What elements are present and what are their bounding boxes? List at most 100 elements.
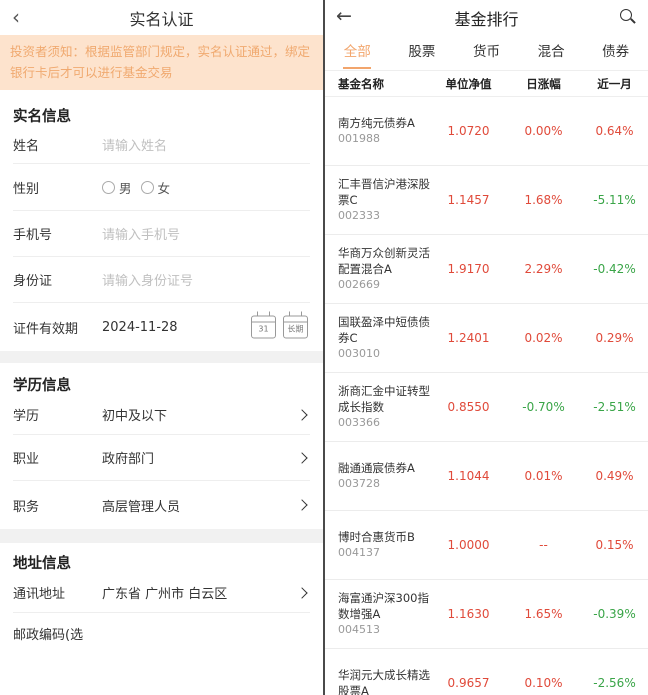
education-section: 学历信息 学历 初中及以下 职业 政府部门 职务 高层管理人员 [0,363,323,529]
fund-name: 汇丰晋信沪港深股票C [338,177,430,207]
validity-label: 证件有效期 [13,321,79,337]
name-row[interactable]: 姓名 请输入姓名 [13,126,310,164]
col-header-nav[interactable]: 单位净值 [431,76,506,92]
fund-code: 002333 [338,209,380,222]
mail-address-label: 通讯地址 [13,587,66,602]
phone-row[interactable]: 手机号 请输入手机号 [13,211,310,257]
fund-month-change: 0.49% [595,469,634,483]
mail-address-row[interactable]: 通讯地址 广东省 广州市 白云区 [13,573,310,613]
degree-value: 初中及以下 [102,409,168,424]
fund-code: 004513 [338,623,380,636]
fund-name: 国联盈泽中短债债券C [338,315,430,345]
tab-all[interactable]: 全部 [325,35,390,70]
fund-name-cell: 华商万众创新灵活配置混合A 002669 [325,245,431,293]
section-title-education: 学历信息 [13,378,71,394]
fund-name-cell: 浙商汇金中证转型成长指数 003366 [325,383,431,431]
chevron-left-icon[interactable]: ‹ [12,5,20,29]
fund-month-change: -2.51% [593,400,636,414]
table-row[interactable]: 博时合惠货币B 004137 1.0000 -- 0.15% [325,511,648,580]
fund-nav: 1.2401 [447,331,490,345]
occupation-label: 职业 [13,452,40,467]
col-header-month[interactable]: 近一月 [581,76,648,92]
gender-label: 性别 [13,181,40,197]
top-bar: ← 基金排行 [325,0,648,35]
zip-row[interactable]: 邮政编码(选 [13,613,310,653]
validity-row: 证件有效期 2024-11-28 31 长期 [13,303,310,351]
category-tabs: 全部 股票 货币 混合 债券 [325,35,648,71]
fund-month-change: 0.64% [595,124,634,138]
fund-name-cell: 汇丰晋信沪港深股票C 002333 [325,176,431,224]
gender-row: 性别 男 女 [13,164,310,211]
arrow-left-icon[interactable]: ← [336,5,352,27]
fund-month-change: 0.29% [595,331,634,345]
fund-daily-change: -- [539,538,548,552]
tab-stock[interactable]: 股票 [390,35,455,70]
fund-name-cell: 南方纯元债券A 001988 [325,115,431,147]
table-row[interactable]: 汇丰晋信沪港深股票C 002333 1.1457 1.68% -5.11% [325,166,648,235]
top-bar: ‹ 实名认证 [0,0,323,35]
address-section: 地址信息 通讯地址 广东省 广州市 白云区 邮政编码(选 [0,543,323,653]
occupation-row[interactable]: 职业 政府部门 [13,435,310,481]
fund-code: 003366 [338,416,380,429]
name-label: 姓名 [13,139,40,154]
phone-input[interactable]: 请输入手机号 [102,224,180,243]
table-row[interactable]: 华润元大成长精选股票A 0.9657 0.10% -2.56% [325,649,648,695]
fund-nav: 1.0720 [447,124,490,138]
fund-month-change: -2.56% [593,676,636,690]
validity-date[interactable]: 2024-11-28 [102,320,178,335]
col-header-name[interactable]: 基金名称 [325,76,431,92]
fund-nav: 1.1457 [447,193,490,207]
degree-label: 学历 [13,409,40,424]
table-row[interactable]: 浙商汇金中证转型成长指数 003366 0.8550 -0.70% -2.51% [325,373,648,442]
position-row[interactable]: 职务 高层管理人员 [13,481,310,529]
fund-name-cell: 博时合惠货币B 004137 [325,529,431,561]
fund-name: 浙商汇金中证转型成长指数 [338,384,430,414]
investor-notice: 投资者须知：根据监管部门规定，实名认证通过，绑定银行卡后才可以进行基金交易 [0,35,323,90]
fund-nav: 0.8550 [447,400,490,414]
tab-hybrid[interactable]: 混合 [519,35,584,70]
idcard-row[interactable]: 身份证 请输入身份证号 [13,257,310,303]
fund-list: 南方纯元债券A 001988 1.0720 0.00% 0.64% 汇丰晋信沪港深股票C 0… [325,97,648,695]
fund-daily-change: 0.02% [524,331,563,345]
realname-auth-screen: ‹ 实名认证 投资者须知：根据监管部门规定，实名认证通过，绑定银行卡后才可以进行… [0,0,323,695]
section-divider [0,529,323,543]
degree-row[interactable]: 学历 初中及以下 [13,395,310,435]
fund-month-change: -5.11% [593,193,636,207]
search-icon[interactable] [620,9,636,25]
page-title: 实名认证 [129,9,194,29]
name-input[interactable]: 请输入姓名 [102,135,167,154]
gender-female-radio[interactable]: 女 [140,178,170,197]
fund-name: 华润元大成长精选股票A [338,668,430,695]
table-row[interactable]: 海富通沪深300指数增强A 004513 1.1630 1.65% -0.39% [325,580,648,649]
fund-nav: 1.9170 [447,262,490,276]
fund-code: 004137 [338,546,380,559]
radio-circle-icon [140,180,154,194]
chevron-right-icon [296,451,308,464]
occupation-value: 政府部门 [102,452,155,467]
table-row[interactable]: 融通通宸债券A 003728 1.1044 0.01% 0.49% [325,442,648,511]
page-title: 基金排行 [454,9,519,29]
fund-daily-change: -0.70% [522,400,565,414]
tab-money[interactable]: 货币 [454,35,519,70]
fund-daily-change: 1.68% [524,193,563,207]
table-row[interactable]: 华商万众创新灵活配置混合A 002669 1.9170 2.29% -0.42% [325,235,648,304]
fund-name-cell: 国联盈泽中短债债券C 003010 [325,314,431,362]
col-header-daily[interactable]: 日涨幅 [506,76,581,92]
chevron-right-icon [296,408,308,421]
table-row[interactable]: 南方纯元债券A 001988 1.0720 0.00% 0.64% [325,97,648,166]
zip-label: 邮政编码(选 [13,627,84,643]
longterm-icon[interactable]: 长期 [283,311,308,339]
fund-code: 001988 [338,132,380,145]
fund-name: 海富通沪深300指数增强A [338,591,429,621]
table-row[interactable]: 国联盈泽中短债债券C 003010 1.2401 0.02% 0.29% [325,304,648,373]
fund-daily-change: 0.00% [524,124,563,138]
chevron-right-icon [296,499,308,511]
idcard-input[interactable]: 请输入身份证号 [102,270,193,289]
calendar-icon[interactable]: 31 [251,311,276,339]
fund-name: 博时合惠货币B [338,530,415,544]
tab-bond[interactable]: 债券 [583,35,648,70]
fund-name-cell: 融通通宸债券A 003728 [325,460,431,492]
fund-nav: 0.9657 [447,676,490,690]
gender-male-radio[interactable]: 男 [102,178,132,197]
fund-daily-change: 0.01% [524,469,563,483]
